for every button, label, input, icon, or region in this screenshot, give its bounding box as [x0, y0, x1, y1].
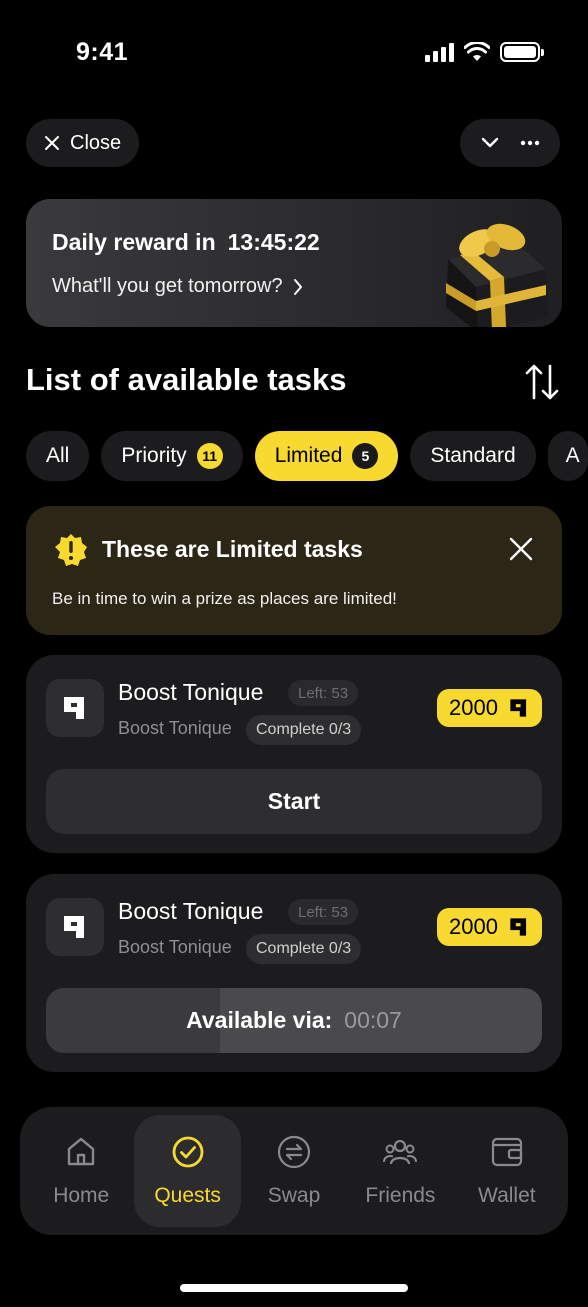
chevron-down-icon [481, 137, 499, 148]
swap-icon [277, 1135, 311, 1169]
tab-label: Limited [274, 444, 343, 467]
close-label: Close [70, 131, 122, 154]
cellular-signal-icon [425, 42, 454, 62]
tab-label: Priority [121, 444, 187, 467]
wallet-icon [491, 1137, 522, 1167]
menu-pill [460, 119, 560, 167]
filter-tabs: All Priority 11 Limited 5 Standard A [26, 431, 588, 481]
task-card: Boost Tonique Left: 53 Boost Tonique Com… [26, 655, 562, 853]
daily-reward-subtitle: What'll you get tomorrow? [52, 275, 283, 297]
tab-label: All [46, 444, 70, 467]
tab-standard[interactable]: Standard [410, 431, 536, 481]
task-name: Boost Tonique [118, 898, 264, 924]
section-title: List of available tasks [26, 362, 347, 397]
close-icon[interactable] [508, 536, 534, 562]
check-circle-icon [172, 1136, 204, 1168]
nav-label: Wallet [478, 1184, 536, 1207]
status-bar: 9:41 [0, 0, 588, 110]
reward-badge: 2000 [437, 689, 542, 727]
daily-reward-card[interactable]: Daily reward in 13:45:22 What'll you get… [26, 199, 562, 327]
task-card: Boost Tonique Left: 53 Boost Tonique Com… [26, 874, 562, 1072]
available-via-text: Available via: [186, 1007, 333, 1033]
app-screen: 9:41 Close Daily reward in 13:45:22 What… [0, 0, 588, 1307]
collapse-button[interactable] [472, 125, 508, 161]
reward-badge: 2000 [437, 908, 542, 946]
status-icons [425, 42, 544, 62]
home-indicator [180, 1284, 408, 1292]
limited-info-card: These are Limited tasks Be in time to wi… [26, 506, 562, 635]
more-dots-icon [520, 140, 540, 146]
task-left-count: Left: 53 [288, 680, 359, 706]
daily-reward-countdown: 13:45:22 [227, 229, 320, 255]
warning-badge-icon [55, 534, 87, 566]
status-time: 9:41 [76, 38, 129, 66]
task-name: Boost Tonique [118, 679, 264, 705]
nav-friends[interactable]: Friends [347, 1115, 453, 1227]
tab-badge: 5 [352, 443, 379, 469]
close-button[interactable]: Close [26, 119, 140, 167]
sort-icon[interactable] [524, 362, 560, 402]
task-left-count: Left: 53 [288, 899, 359, 925]
close-icon [45, 136, 59, 150]
reward-amount: 2000 [449, 914, 498, 939]
daily-reward-title: Daily reward in 13:45:22 [52, 229, 320, 256]
available-via-button: Available via: 00:07 [46, 988, 542, 1053]
nav-label: Home [53, 1184, 110, 1207]
task-progress: Complete 0/3 [246, 715, 362, 745]
nav-label: Quests [154, 1184, 221, 1207]
nav-wallet[interactable]: Wallet [454, 1115, 560, 1227]
more-button[interactable] [512, 125, 548, 161]
nav-home[interactable]: Home [28, 1115, 134, 1227]
nav-label: Swap [267, 1184, 321, 1207]
daily-reward-link[interactable]: What'll you get tomorrow? [52, 275, 303, 298]
task-logo [46, 679, 104, 737]
tab-label: Standard [430, 444, 516, 467]
tab-badge: 11 [196, 443, 223, 469]
brand-logo-icon [64, 697, 84, 719]
tab-priority[interactable]: Priority 11 [101, 431, 243, 481]
bottom-nav: Home Quests Swap Friends Wallet [20, 1107, 568, 1235]
available-via-timer: 00:07 [344, 1007, 402, 1033]
home-icon [68, 1137, 95, 1166]
coin-logo-icon [510, 918, 527, 936]
battery-icon [500, 42, 544, 62]
tab-limited[interactable]: Limited 5 [254, 431, 399, 481]
coin-logo-icon [510, 699, 527, 717]
gift-box-icon [446, 223, 548, 327]
start-label: Start [267, 788, 321, 814]
task-logo [46, 898, 104, 956]
task-subtitle: Boost Tonique [118, 718, 232, 738]
task-progress: Complete 0/3 [246, 934, 362, 964]
reward-amount: 2000 [449, 695, 498, 720]
wifi-icon [464, 42, 490, 61]
chevron-right-icon [293, 278, 302, 295]
nav-swap[interactable]: Swap [241, 1115, 347, 1227]
tab-label: A [565, 444, 580, 467]
nav-label: Friends [365, 1184, 436, 1207]
info-text: Be in time to win a prize as places are … [52, 589, 397, 608]
tab-all[interactable]: All [26, 431, 90, 481]
friends-icon [383, 1139, 418, 1165]
tab-clipped[interactable]: A [547, 431, 588, 481]
info-title: These are Limited tasks [102, 536, 363, 562]
task-subtitle: Boost Tonique [118, 937, 232, 957]
brand-logo-icon [64, 916, 84, 938]
start-button[interactable]: Start [46, 769, 542, 834]
nav-quests[interactable]: Quests [134, 1115, 241, 1227]
daily-reward-label: Daily reward in [52, 229, 216, 255]
available-via-label: Available via: 00:07 [186, 1007, 402, 1034]
